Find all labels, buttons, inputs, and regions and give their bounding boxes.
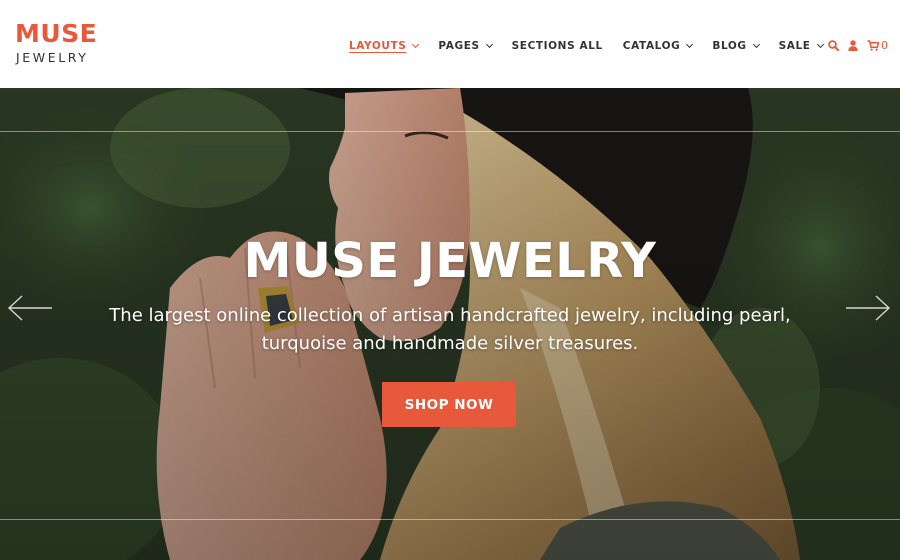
nav-label: SECTIONS ALL (511, 40, 603, 52)
hero-divider-top (0, 131, 900, 132)
nav-item-blog[interactable]: BLOG (712, 40, 760, 52)
main-nav: LAYOUTS PAGES SECTIONS ALL CATALOG BLOG … (349, 38, 843, 54)
arrow-left-icon[interactable] (6, 293, 54, 323)
hero-slider: MUSE JEWELRY The largest online collecti… (0, 88, 900, 560)
nav-item-layouts[interactable]: LAYOUTS (349, 40, 420, 52)
arrow-right-icon[interactable] (844, 293, 892, 323)
chevron-down-icon (686, 40, 694, 48)
nav-label: LAYOUTS (349, 40, 407, 52)
nav-item-pages[interactable]: PAGES (438, 40, 493, 52)
search-icon[interactable] (828, 39, 839, 51)
shop-now-button[interactable]: SHOP NOW (382, 382, 516, 427)
hero-title: MUSE JEWELRY (243, 233, 657, 289)
nav-label: SALE (778, 40, 811, 52)
user-icon[interactable] (848, 39, 858, 51)
nav-label: CATALOG (622, 40, 681, 52)
chevron-down-icon (485, 40, 493, 48)
hero-divider-bottom (0, 519, 900, 520)
cart-icon[interactable]: 0 (867, 39, 888, 52)
hero-subtitle: The largest online collection of artisan… (109, 305, 791, 354)
nav-item-sections-all[interactable]: SECTIONS ALL (512, 40, 603, 52)
nav-item-catalog[interactable]: CATALOG (622, 40, 694, 52)
nav-item-sale[interactable]: SALE (778, 40, 824, 52)
logo[interactable]: MUSE JEWELRY (15, 20, 105, 66)
header-icons: 0 (828, 38, 888, 52)
site-header: MUSE JEWELRY LAYOUTS PAGES SECTIONS ALL … (0, 0, 900, 88)
logo-tagline: JEWELRY (16, 50, 89, 65)
cart-count: 0 (881, 38, 888, 52)
chevron-down-icon (752, 40, 760, 48)
nav-label: PAGES (438, 40, 480, 52)
logo-name: MUSE (15, 19, 98, 48)
chevron-down-icon (412, 40, 420, 48)
nav-label: BLOG (712, 40, 747, 52)
chevron-down-icon (816, 40, 824, 48)
